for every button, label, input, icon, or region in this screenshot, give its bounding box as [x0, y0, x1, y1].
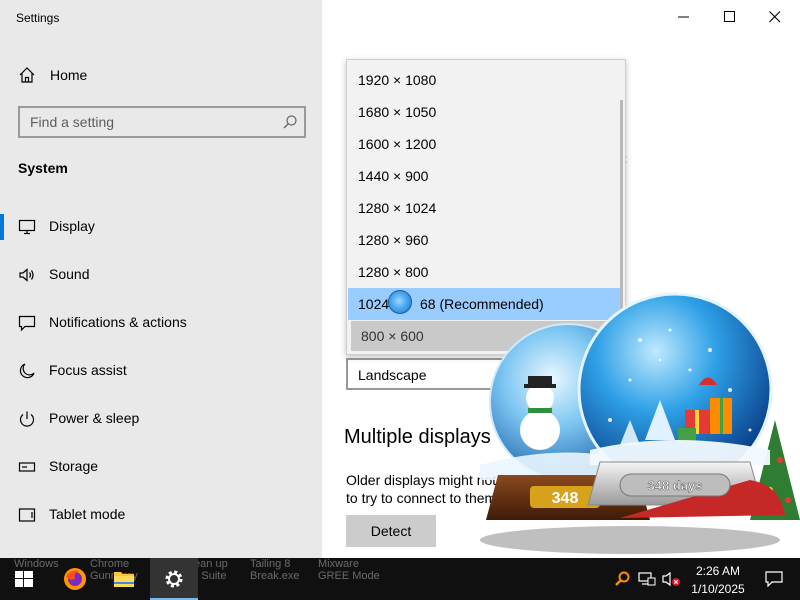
sidebar-item-label: Sound — [49, 266, 90, 282]
tablet-icon — [18, 508, 36, 522]
sidebar-item-tablet-mode[interactable]: Tablet mode — [0, 494, 322, 536]
home-label: Home — [50, 67, 88, 83]
option-label: 1680 × 1050 — [358, 104, 437, 120]
option-label: 1920 × 1080 — [358, 72, 437, 88]
active-indicator — [0, 214, 4, 240]
sidebar: Settings Home Find a setting System Disp… — [0, 0, 322, 558]
resolution-option[interactable]: 1280 × 800 — [348, 256, 622, 288]
sidebar-item-focus-assist[interactable]: Focus assist — [0, 350, 322, 392]
option-label: 1440 × 900 — [358, 168, 429, 184]
maximize-button[interactable] — [707, 0, 753, 34]
search-icon — [283, 115, 297, 129]
option-label-left: 1024 — [358, 296, 390, 312]
detect-label: Detect — [370, 523, 412, 539]
storage-icon — [18, 462, 36, 472]
resolution-option[interactable]: 1680 × 1050 — [348, 96, 622, 128]
taskbar-app-file-explorer[interactable] — [100, 558, 148, 600]
app-title: Settings — [16, 11, 60, 25]
ghost-text: Mixware — [318, 558, 359, 570]
sidebar-item-label: Tablet mode — [49, 506, 126, 522]
search-placeholder: Find a setting — [30, 114, 115, 130]
resolution-option[interactable]: 1280 × 1024 — [348, 192, 622, 224]
sidebar-item-home[interactable]: Home — [0, 58, 322, 92]
front-globe-badge: 348 days — [648, 478, 703, 493]
network-icon[interactable] — [638, 571, 656, 587]
taskbar-app-firefox[interactable] — [50, 558, 98, 600]
search-tray-icon[interactable] — [614, 571, 630, 587]
sidebar-item-label: Focus assist — [49, 362, 127, 378]
power-icon — [19, 411, 35, 427]
multiple-displays-heading: Multiple displays — [344, 426, 491, 448]
clock-date[interactable]: 1/10/2025 — [686, 582, 750, 596]
section-title: System — [18, 160, 68, 176]
sidebar-item-label: Storage — [49, 458, 99, 474]
sidebar-item-sound[interactable]: Sound — [0, 254, 322, 296]
option-label: 1280 × 960 — [358, 232, 429, 248]
moon-icon — [19, 363, 35, 379]
monitor-icon — [18, 219, 36, 235]
sidebar-item-power-sleep[interactable]: Power & sleep — [0, 398, 322, 440]
sidebar-item-storage[interactable]: Storage — [0, 446, 322, 488]
resolution-option[interactable]: 1280 × 960 — [348, 224, 622, 256]
option-label: 800 × 600 — [361, 328, 424, 344]
orientation-value: Landscape — [358, 367, 427, 383]
resolution-option[interactable]: 1600 × 1200 — [348, 128, 622, 160]
windows-icon — [15, 571, 33, 587]
taskbar: Windows Chrome Free Clean up Tailing 8 M… — [0, 558, 800, 600]
option-label: 1280 × 1024 — [358, 200, 437, 216]
clock-time[interactable]: 2:26 AM — [690, 564, 746, 578]
option-label: 1600 × 1200 — [358, 136, 437, 152]
snow-globe-decoration: 348 348 days — [480, 292, 800, 554]
speaker-icon — [19, 268, 34, 282]
action-center-icon — [765, 571, 783, 587]
busy-cursor-icon — [388, 290, 412, 314]
firefox-icon — [64, 568, 86, 590]
close-button[interactable] — [752, 0, 798, 34]
sidebar-item-label: Display — [49, 218, 95, 234]
search-input[interactable]: Find a setting — [18, 106, 306, 138]
option-label: 1280 × 800 — [358, 264, 429, 280]
settings-window: Settings Home Find a setting System Disp… — [0, 0, 800, 558]
taskbar-app-settings[interactable] — [150, 558, 198, 600]
sidebar-item-label: Notifications & actions — [49, 314, 187, 330]
notification-icon — [18, 315, 36, 332]
folder-icon — [114, 572, 134, 587]
gear-icon — [165, 570, 183, 588]
volume-muted-icon[interactable] — [662, 571, 682, 587]
maximize-icon — [724, 11, 735, 22]
minimize-icon — [678, 16, 689, 18]
ghost-text: Tailing 8 — [250, 558, 291, 570]
start-button[interactable] — [0, 558, 48, 600]
resolution-option[interactable]: 1440 × 900 — [348, 160, 622, 192]
detect-button[interactable]: Detect — [346, 515, 436, 547]
action-center-button[interactable] — [750, 558, 798, 600]
sidebar-item-notifications[interactable]: Notifications & actions — [0, 302, 322, 344]
ghost-text: Break.exe — [250, 570, 300, 582]
dropdown-scrollbar[interactable] — [620, 100, 623, 310]
sidebar-item-label: Power & sleep — [49, 410, 140, 426]
multiple-displays-description-2: to try to connect to them — [346, 490, 497, 506]
minimize-button[interactable] — [661, 0, 707, 34]
resolution-option[interactable]: 1920 × 1080 — [348, 64, 622, 96]
back-globe-badge: 348 — [552, 490, 579, 507]
sidebar-item-display[interactable]: Display — [0, 206, 322, 248]
home-icon — [19, 67, 35, 83]
close-icon — [769, 11, 781, 23]
ghost-text: GREE Mode — [318, 570, 380, 582]
